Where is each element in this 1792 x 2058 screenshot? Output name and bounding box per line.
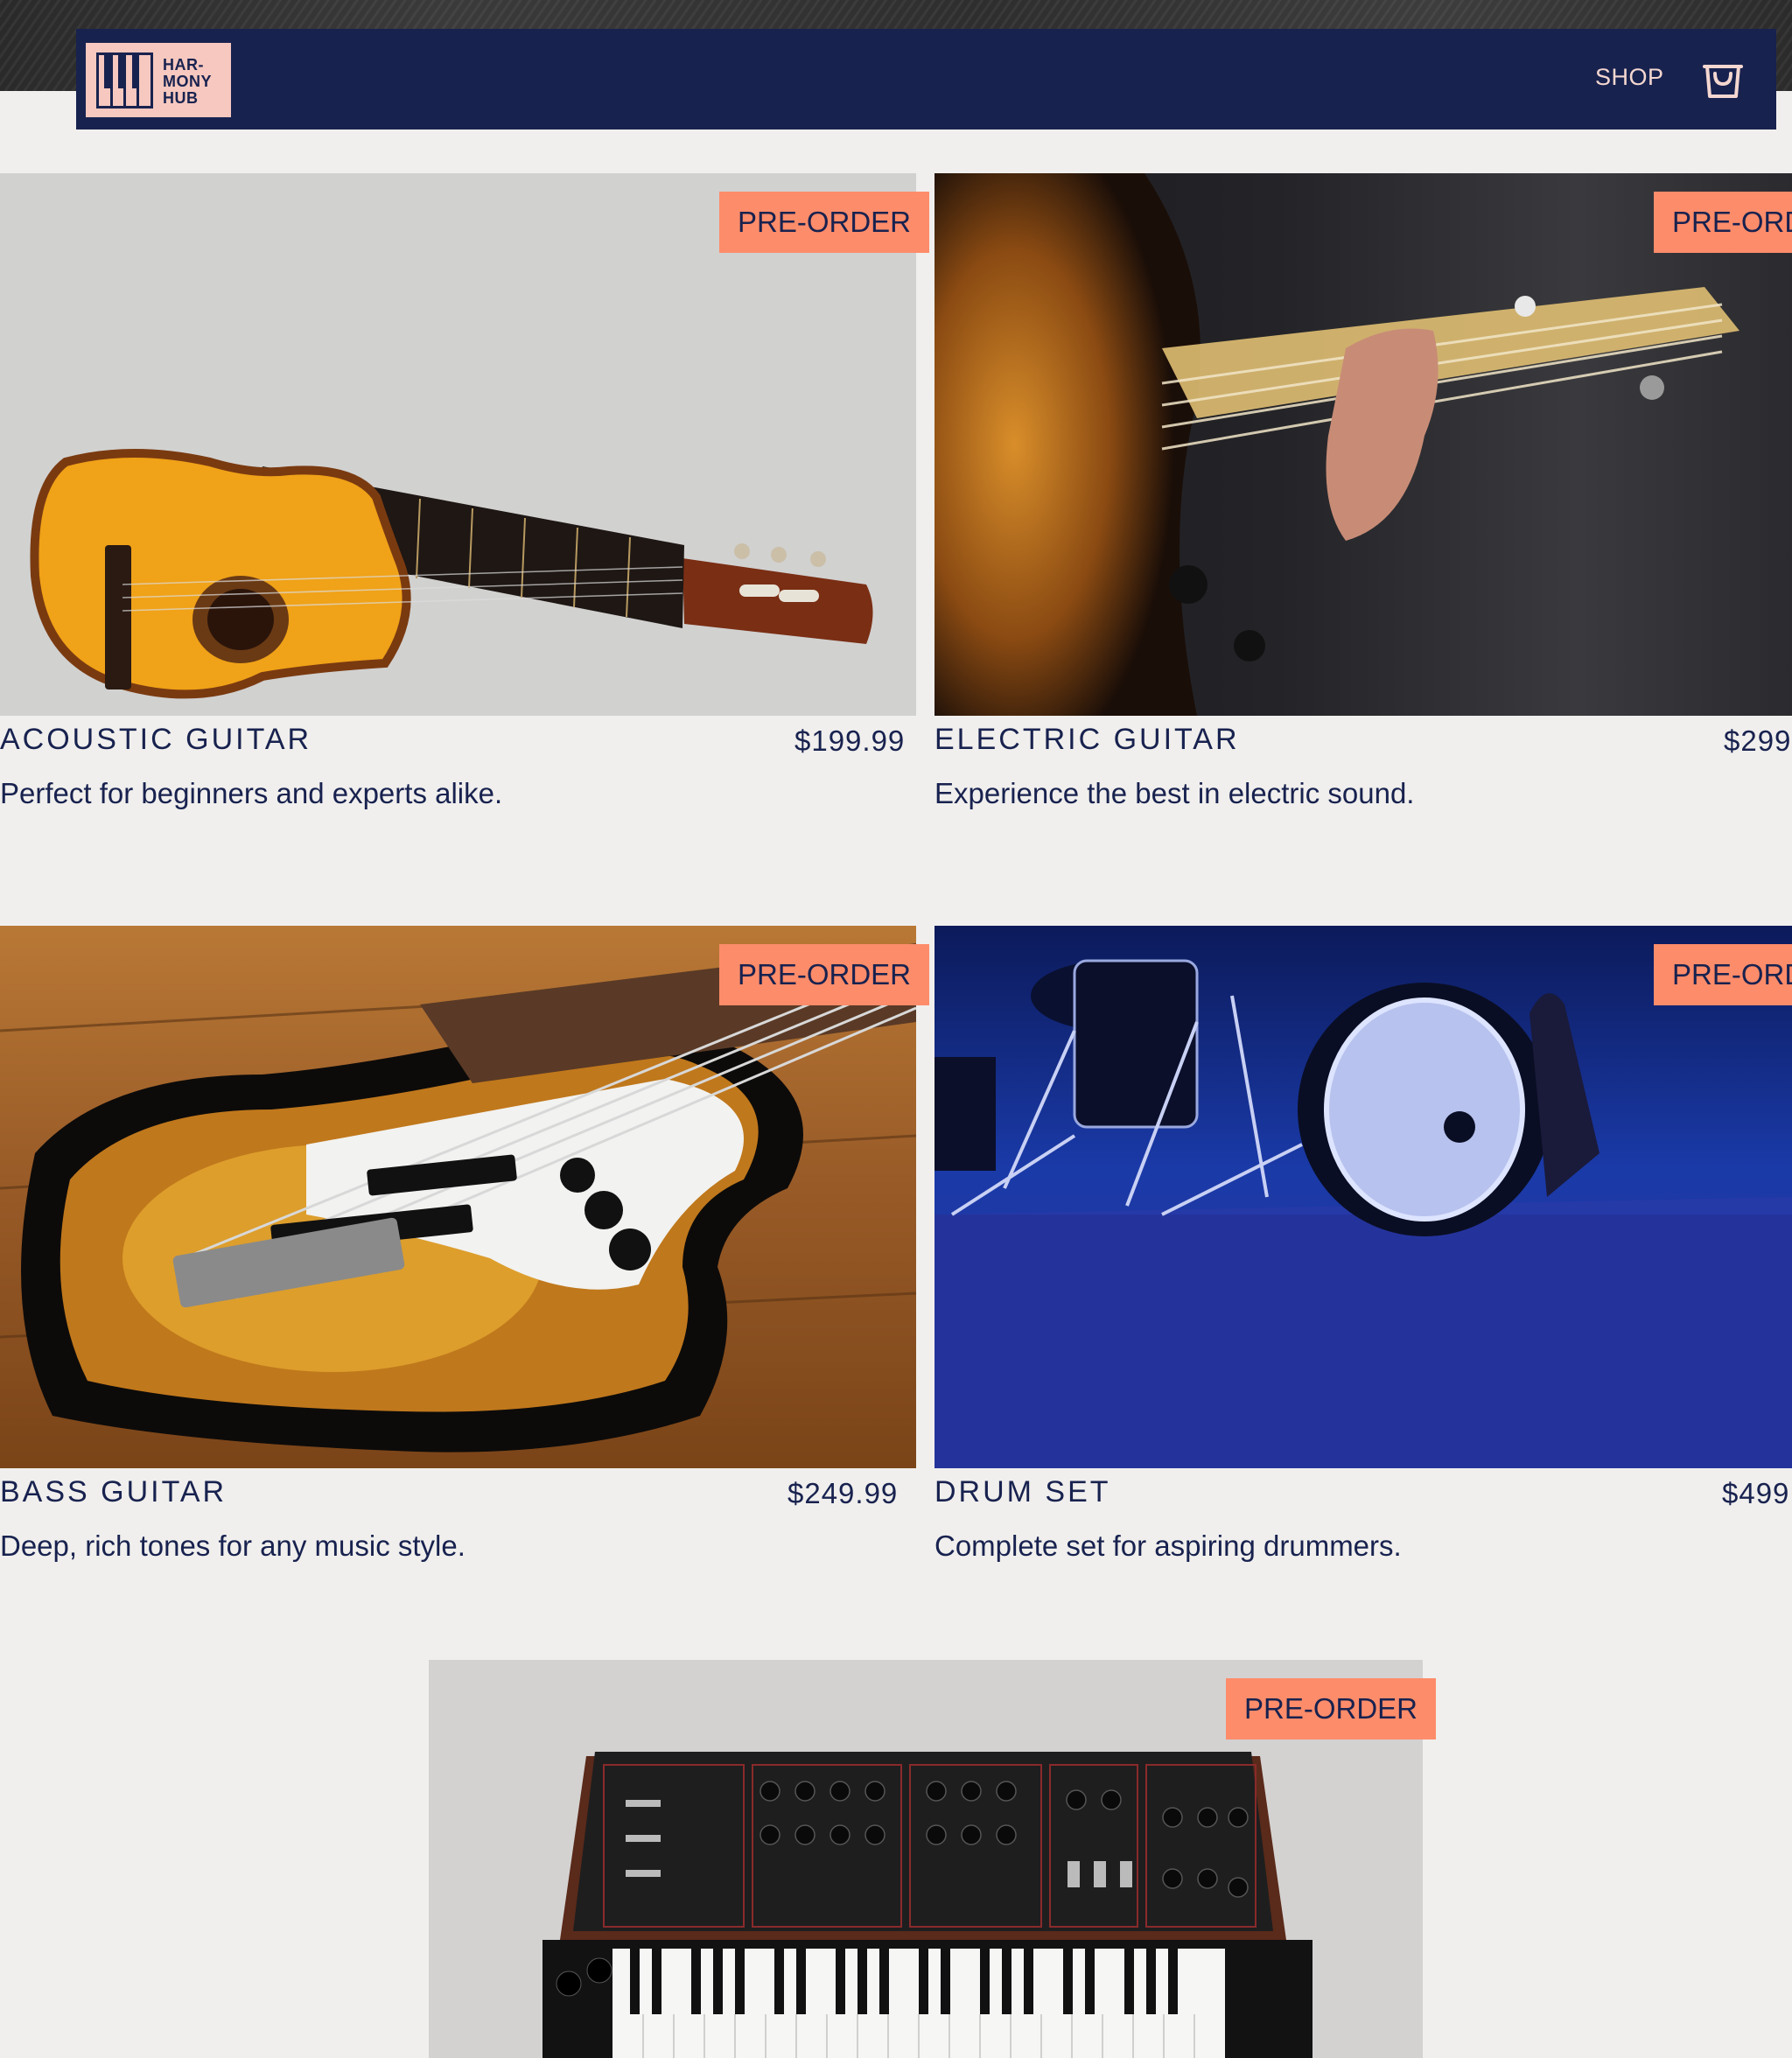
piano-keys-icon [96, 52, 153, 108]
product-card-electric-guitar[interactable]: PRE-ORD ELECTRIC GUITAR $299 Experience … [934, 173, 1792, 821]
shopping-bag-icon[interactable] [1701, 54, 1745, 102]
product-image-drum-set[interactable] [934, 926, 1792, 1468]
product-card-drum-set[interactable]: PRE-ORD DRUM SET $499 Complete set for a… [934, 926, 1792, 1573]
product-title[interactable]: ACOUSTIC GUITAR [0, 723, 312, 757]
product-description: Complete set for aspiring drummers. [934, 1530, 1402, 1562]
product-title[interactable]: DRUM SET [934, 1475, 1111, 1509]
pre-order-badge: PRE-ORD [1654, 192, 1792, 253]
product-title[interactable]: BASS GUITAR [0, 1475, 227, 1509]
product-image-acoustic-guitar[interactable] [0, 173, 916, 716]
pre-order-badge: PRE-ORD [1654, 944, 1792, 1005]
product-title[interactable]: ELECTRIC GUITAR [934, 723, 1240, 757]
product-card-bass-guitar[interactable]: PRE-ORDER BASS GUITAR $249.99 Deep, rich… [0, 926, 930, 1573]
product-price: $199.99 [794, 724, 906, 757]
product-card-synthesizer[interactable]: PRE-ORDER [429, 1660, 1437, 2058]
product-card-acoustic-guitar[interactable]: PRE-ORDER ACOUSTIC GUITAR $199.99 Perfec… [0, 173, 930, 821]
pre-order-badge: PRE-ORDER [719, 192, 930, 253]
logo[interactable]: HAR- MONY HUB [86, 43, 231, 117]
product-image-electric-guitar[interactable] [934, 173, 1792, 716]
product-price: $249.99 [788, 1477, 899, 1509]
product-image-bass-guitar[interactable] [0, 926, 916, 1468]
product-price: $299 [1724, 724, 1792, 757]
product-price: $499 [1722, 1477, 1790, 1509]
product-description: Experience the best in electric sound. [934, 777, 1415, 809]
product-description: Perfect for beginners and experts alike. [0, 777, 503, 809]
navbar: HAR- MONY HUB SHOP [76, 29, 1776, 130]
logo-text: HAR- MONY HUB [163, 56, 212, 107]
pre-order-badge: PRE-ORDER [719, 944, 930, 1005]
nav-shop-link[interactable]: SHOP [1595, 64, 1664, 91]
product-description: Deep, rich tones for any music style. [0, 1530, 466, 1562]
pre-order-badge: PRE-ORDER [1226, 1678, 1437, 1740]
